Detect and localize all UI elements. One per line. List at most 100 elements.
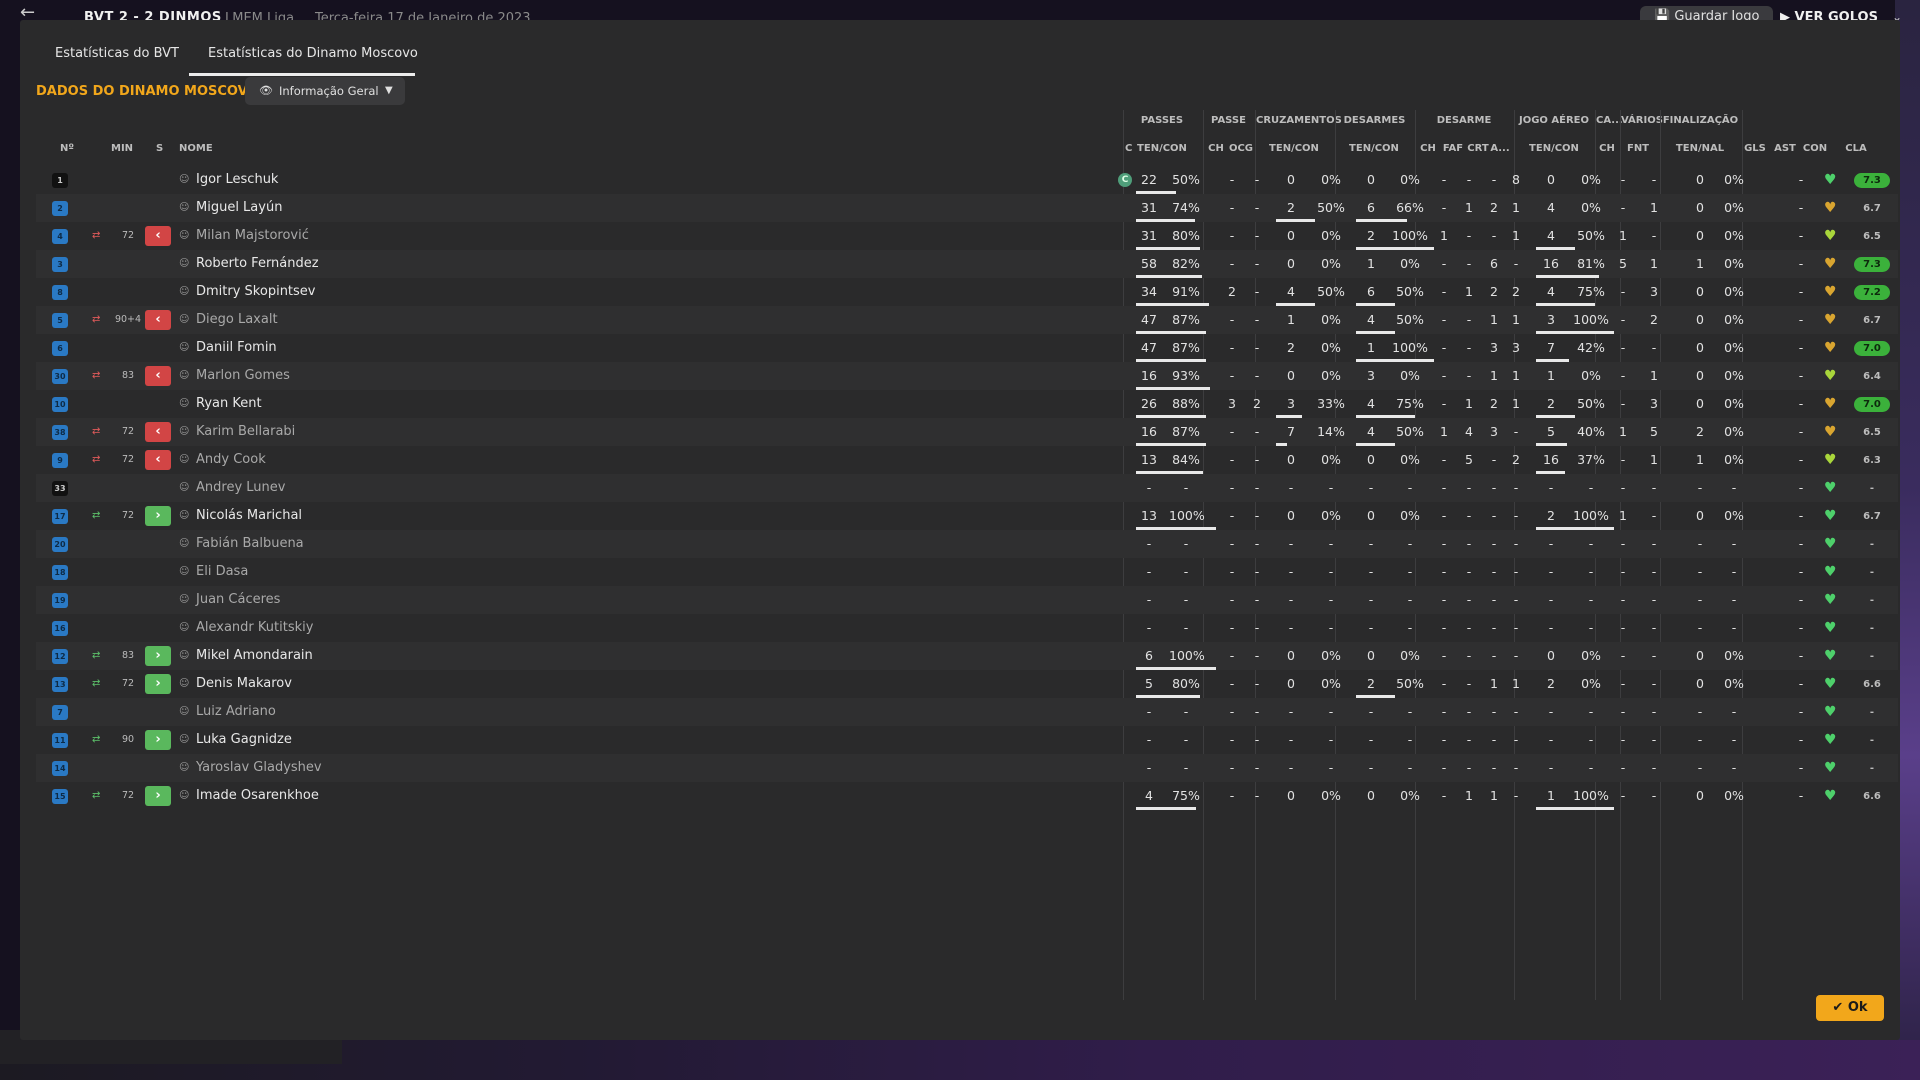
- player-name[interactable]: Dmitry Skopintsev: [196, 278, 316, 306]
- table-row[interactable]: 9 ⇄ 72 ‹ ☺ Andy Cook 13 84% - -0 0% 0 0% -5-2 16 37% -1 1…: [36, 446, 1898, 474]
- stat-value: 1: [1619, 424, 1627, 439]
- substitution-in-marker[interactable]: ›: [145, 506, 171, 526]
- substitution-in-marker[interactable]: ›: [145, 674, 171, 694]
- back-arrow-icon[interactable]: ←: [20, 4, 35, 21]
- player-name[interactable]: Luka Gagnidze: [196, 726, 292, 754]
- table-row[interactable]: 7 ☺ Luiz Adriano - - - - - - - - - - - - - - - - - - - ♥ -: [36, 698, 1898, 726]
- player-name[interactable]: Andrey Lunev: [196, 474, 285, 502]
- player-name[interactable]: Denis Makarov: [196, 670, 292, 698]
- stat-value: 0%: [1581, 172, 1601, 187]
- stat-value: -: [1441, 732, 1447, 747]
- table-row[interactable]: 13 ⇄ 72 › ☺ Denis Makarov 5 80% - - 0 0% 2 50% - - 1 1 2 0%…: [36, 670, 1898, 698]
- person-icon: ☺: [179, 398, 190, 409]
- substitution-out-marker[interactable]: ‹: [145, 422, 171, 442]
- rating-badge: -: [1869, 567, 1875, 578]
- stat-value: -: [1651, 172, 1657, 187]
- substitution-out-marker[interactable]: ‹: [145, 450, 171, 470]
- player-name[interactable]: Juan Cáceres: [196, 586, 280, 614]
- stat-value: 22: [1141, 172, 1157, 187]
- player-name[interactable]: Mikel Amondarain: [196, 642, 313, 670]
- view-select-dropdown[interactable]: 👁 Informação Geral ▼: [245, 77, 405, 105]
- table-row[interactable]: 14 ☺ Yaroslav Gladyshev - - - - - - - - - - - - - - - - - - -…: [36, 754, 1898, 782]
- player-name[interactable]: Daniil Fomin: [196, 334, 277, 362]
- header-min[interactable]: MIN: [111, 143, 133, 154]
- tab-dinamo-stats[interactable]: Estatísticas do Dinamo Moscovo: [208, 46, 418, 61]
- substitution-in-marker[interactable]: ›: [145, 786, 171, 806]
- table-row[interactable]: 30 ⇄ 83 ‹ ☺ Marlon Gomes 16 93% - -0 0% 3 0% - -1 1 1 0% -…: [36, 362, 1898, 390]
- tab-bvt-stats[interactable]: Estatísticas do BVT: [55, 46, 179, 61]
- table-row[interactable]: 3 ☺ Roberto Fernández 58 82% - -0 0% 1 0% - -6-16 81…: [36, 250, 1898, 278]
- stat-value: 50%: [1317, 200, 1345, 215]
- player-name[interactable]: Alexandr Kutitskiy: [196, 614, 313, 642]
- stat-value: -: [1441, 676, 1447, 691]
- stat-value: -: [1254, 284, 1260, 299]
- player-name[interactable]: Karim Bellarabi: [196, 418, 295, 446]
- stat-value: -: [1588, 480, 1594, 495]
- substitution-out-marker[interactable]: ‹: [145, 226, 171, 246]
- stat-value: -: [1651, 732, 1657, 747]
- stat-value: -: [1491, 508, 1497, 523]
- player-name[interactable]: Nicolás Marichal: [196, 502, 302, 530]
- chevron-down-icon[interactable]: ⌄: [1892, 10, 1902, 20]
- table-row[interactable]: 17 ⇄ 72 › ☺ Nicolás Marichal 13 100% - -0 0% 0 0% - - -…: [36, 502, 1898, 530]
- league-name[interactable]: LMEM Liga: [225, 11, 294, 20]
- table-row[interactable]: 5 ⇄ 90+4 ‹ ☺ Diego Laxalt 47 87% - -1 0% 4 50% - -1 1 3 1…: [36, 306, 1898, 334]
- player-name[interactable]: Marlon Gomes: [196, 362, 290, 390]
- table-row[interactable]: 6 ☺ Daniil Fomin 47 87% - -2 0% 1 100% - -3 3 7 42% - -0…: [36, 334, 1898, 362]
- minute: 83: [121, 650, 135, 661]
- table-row[interactable]: 2 ☺ Miguel Layún 31 74% - -2 50% 6 66% -1 2 1 4 0% -1 0 0…: [36, 194, 1898, 222]
- stat-value: -: [1798, 256, 1804, 271]
- ok-button[interactable]: ✔ Ok: [1816, 995, 1884, 1021]
- header-s[interactable]: S: [156, 143, 163, 154]
- player-name[interactable]: Diego Laxalt: [196, 306, 278, 334]
- stat-value: -: [1548, 592, 1554, 607]
- stat-value: -: [1229, 452, 1235, 467]
- stat-value: -: [1183, 760, 1189, 775]
- player-name[interactable]: Roberto Fernández: [196, 250, 319, 278]
- table-row[interactable]: 16 ☺ Alexandr Kutitskiy - - - - - - - - - - - - - - - - - - -…: [36, 614, 1898, 642]
- player-name[interactable]: Ryan Kent: [196, 390, 262, 418]
- view-goals-button[interactable]: ▶ VER GOLOS: [1780, 10, 1878, 20]
- table-row[interactable]: 11 ⇄ 90 › ☺ Luka Gagnidze - - - - - - - - - - - - - - - - - - - ♥…: [36, 726, 1898, 754]
- header-group-4: DESARME: [1436, 115, 1492, 126]
- player-name[interactable]: Luiz Adriano: [196, 698, 276, 726]
- substitution-in-marker[interactable]: ›: [145, 646, 171, 666]
- stat-value: 5: [1465, 452, 1473, 467]
- stat-value: 88%: [1172, 396, 1200, 411]
- player-name[interactable]: Andy Cook: [196, 446, 266, 474]
- header-name[interactable]: NOME: [179, 143, 213, 154]
- substitution-out-marker[interactable]: ‹: [145, 310, 171, 330]
- substitution-out-marker[interactable]: ‹: [145, 366, 171, 386]
- table-row[interactable]: 18 ☺ Eli Dasa - - - - - - - - - - - - - - - - - - - ♥ -: [36, 558, 1898, 586]
- player-name[interactable]: Miguel Layún: [196, 194, 282, 222]
- table-row[interactable]: 10 ☺ Ryan Kent 26 88% 3 2 3 33% 4 75% -1 2 1 2 50% -3 0 0%…: [36, 390, 1898, 418]
- table-row[interactable]: 12 ⇄ 83 › ☺ Mikel Amondarain 6 100% - - 0 0% 0 0% - - - -…: [36, 642, 1898, 670]
- player-name[interactable]: Eli Dasa: [196, 558, 248, 586]
- player-name[interactable]: Igor Leschuk: [196, 166, 278, 194]
- save-game-button[interactable]: 💾 Guardar Jogo: [1640, 6, 1774, 20]
- header-num[interactable]: Nº: [60, 143, 74, 154]
- stat-value: 2: [1287, 200, 1295, 215]
- table-row[interactable]: 4 ⇄ 72 ‹ ☺ Milan Majstorović 31 80% - -0 0% 2 100% 1-…: [36, 222, 1898, 250]
- condition-heart-icon: ♥: [1824, 396, 1837, 412]
- substitution-in-marker[interactable]: ›: [145, 730, 171, 750]
- substitution-in-icon: ⇄: [92, 790, 101, 801]
- player-name[interactable]: Imade Osarenkhoe: [196, 782, 319, 810]
- table-row[interactable]: 8 ☺ Dmitry Skopintsev 34 91% 2-4 50% 6 50% -1 2 2 4 7…: [36, 278, 1898, 306]
- stat-value: 0: [1696, 648, 1704, 663]
- table-row[interactable]: 33 ☺ Andrey Lunev - - - - - - - - - - - - - - - - - - - ♥ -: [36, 474, 1898, 502]
- table-row[interactable]: 38 ⇄ 72 ‹ ☺ Karim Bellarabi 16 87% - -7 14% 4 50% 1 4 3…: [36, 418, 1898, 446]
- stat-value: -: [1407, 760, 1413, 775]
- stat-value: 0%: [1400, 172, 1420, 187]
- player-name[interactable]: Milan Majstorović: [196, 222, 309, 250]
- table-row[interactable]: 19 ☺ Juan Cáceres - - - - - - - - - - - - - - - - - - - ♥ -: [36, 586, 1898, 614]
- table-row[interactable]: 15 ⇄ 72 › ☺ Imade Osarenkhoe 4 75% - -0 0% 0 0% -1 1-1…: [36, 782, 1898, 810]
- player-name[interactable]: Yaroslav Gladyshev: [196, 754, 322, 782]
- player-name[interactable]: Fabián Balbuena: [196, 530, 304, 558]
- table-row[interactable]: 20 ☺ Fabián Balbuena - - - - - - - - - - - - - - - - - - - ♥ -: [36, 530, 1898, 558]
- substitution-out-icon: ⇄: [92, 230, 101, 241]
- header-group-6: CA...: [1596, 115, 1623, 126]
- table-row[interactable]: 1 ☺ Igor Leschuk C 22 50% - -0 0% 0 0% - - -8 0 0% - -0 0%…: [36, 166, 1898, 194]
- minute: [114, 250, 142, 278]
- stat-value: -: [1651, 536, 1657, 551]
